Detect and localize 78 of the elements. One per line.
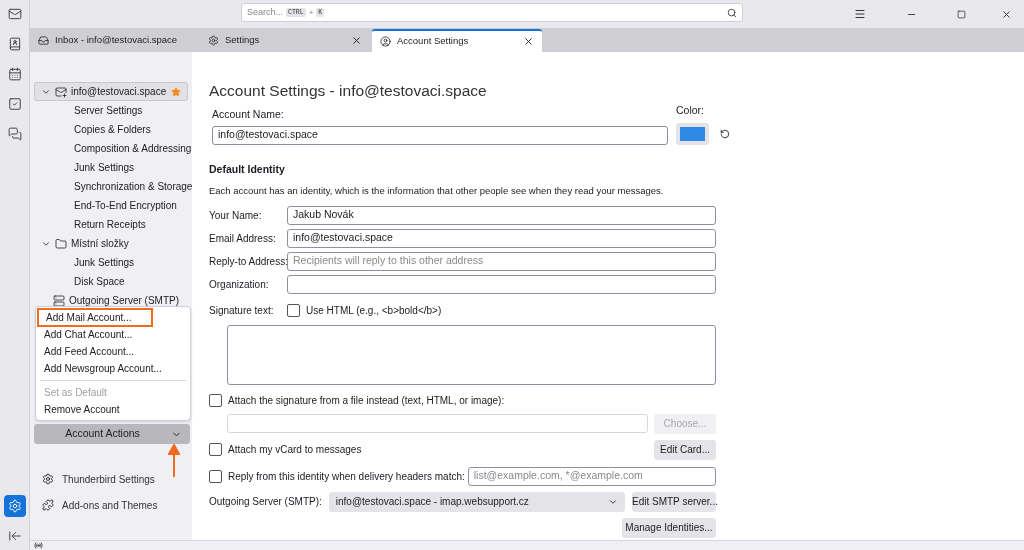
inbox-icon	[38, 35, 49, 46]
checkbox[interactable]	[209, 393, 222, 407]
sidebar-link[interactable]: Thunderbird Settings	[34, 466, 188, 492]
key-joiner: +	[308, 6, 314, 19]
checkbox-label: Reply from this identity when delivery headers match:	[228, 469, 465, 484]
account-icon	[380, 36, 391, 47]
field-label: Outgoing Server (SMTP):	[209, 495, 322, 510]
checkbox-label: Use HTML (e.g., <b>bold</b>)	[306, 303, 442, 318]
chat-icon	[7, 127, 22, 141]
tree-item[interactable]: Outgoing Server (SMTP)	[34, 291, 188, 310]
menu-item[interactable]: Add Chat Account...	[36, 326, 190, 343]
folder-icon	[55, 237, 67, 250]
menu-item[interactable]: Remove Account	[36, 401, 190, 418]
field-label: Color:	[676, 103, 705, 118]
account-actions-button[interactable]: Account Actions	[34, 424, 190, 444]
menu-item[interactable]: Add Feed Account...	[36, 343, 190, 360]
puzzle-icon	[42, 499, 54, 511]
field-label: Organization:	[209, 277, 270, 292]
address-book-icon	[7, 37, 22, 51]
tab[interactable]: Inbox - info@testovaci.space	[30, 29, 200, 52]
tree-item[interactable]: End-To-End Encryption	[34, 196, 188, 215]
checkbox-label: Attach my vCard to messages	[228, 443, 363, 458]
manage-identities-button[interactable]: Manage Identities...	[622, 517, 716, 538]
tree-item[interactable]: Junk Settings	[34, 253, 188, 272]
sidebar-link[interactable]: Add-ons and Themes	[34, 492, 188, 518]
account-name-field[interactable]: info@testovaci.space	[212, 125, 668, 145]
checkbox-label: Attach the signature from a file instead (text, HTML, or image):	[228, 393, 505, 408]
tab[interactable]: Settings	[200, 29, 370, 52]
search-icon[interactable]	[727, 7, 737, 18]
reset-icon[interactable]	[720, 128, 730, 139]
mail-account-icon	[55, 85, 67, 98]
field-label: Account Name:	[212, 107, 285, 122]
space-button[interactable]	[3, 495, 26, 517]
section-description: Each account has an identity, which is the information that other people see when they read your messages.	[209, 183, 665, 198]
close-icon[interactable]	[523, 36, 534, 47]
text-field[interactable]: list@example.com, *@example.com	[467, 466, 716, 486]
menu-icon[interactable]	[854, 8, 866, 20]
collapse-icon	[7, 529, 22, 543]
menu-item[interactable]: Add Mail Account...	[38, 309, 152, 326]
tree-item[interactable]: Místní složky	[34, 234, 188, 253]
text-field[interactable]: info@testovaci.space	[287, 228, 716, 248]
calendar-icon	[7, 67, 22, 81]
server-icon	[53, 294, 65, 307]
tree-item[interactable]: info@testovaci.space	[34, 82, 188, 101]
text-field[interactable]	[287, 274, 716, 294]
tree-item[interactable]: Junk Settings	[34, 158, 188, 177]
field-label: Signature text:	[209, 303, 275, 318]
tab[interactable]: Account Settings	[372, 29, 542, 52]
signature-text-area[interactable]	[227, 324, 716, 385]
field-label: Your Name:	[209, 208, 263, 223]
settings-icon	[42, 473, 54, 485]
close-icon[interactable]	[351, 35, 362, 46]
section-heading: Default Identity	[209, 161, 286, 177]
field-label: Reply-to Address:	[209, 254, 287, 269]
tree-item[interactable]: Copies & Folders	[34, 120, 188, 139]
smtp-select[interactable]: info@testovaci.space - imap.websupport.cz	[328, 491, 625, 512]
file-path-field[interactable]	[227, 414, 648, 434]
settings-icon	[7, 499, 22, 513]
mail-icon	[7, 7, 22, 21]
tree-item[interactable]: Disk Space	[34, 272, 188, 291]
text-field[interactable]: Jakub Novák	[287, 205, 716, 225]
checkbox[interactable]	[287, 303, 300, 317]
status-icon	[34, 541, 43, 550]
checkbox[interactable]	[209, 469, 222, 483]
maximize-icon[interactable]	[957, 9, 966, 19]
field-label: Email Address:	[209, 231, 277, 246]
edit-card-button[interactable]: Edit Card...	[654, 439, 716, 460]
menu-item[interactable]: Add Newsgroup Account...	[36, 360, 190, 377]
annotation-arrow	[168, 444, 180, 478]
tree-item[interactable]: Return Receipts	[34, 215, 188, 234]
settings-icon	[208, 35, 219, 46]
text-field[interactable]: Recipients will reply to this other address	[287, 251, 716, 271]
checkbox[interactable]	[209, 443, 222, 457]
close-icon[interactable]	[1001, 8, 1012, 20]
tree-item[interactable]: Server Settings	[34, 101, 188, 120]
tasks-icon	[7, 97, 22, 111]
page-title: Account Settings - info@testovaci.space	[209, 81, 488, 99]
edit-smtp-button[interactable]: Edit SMTP server...	[632, 491, 716, 512]
